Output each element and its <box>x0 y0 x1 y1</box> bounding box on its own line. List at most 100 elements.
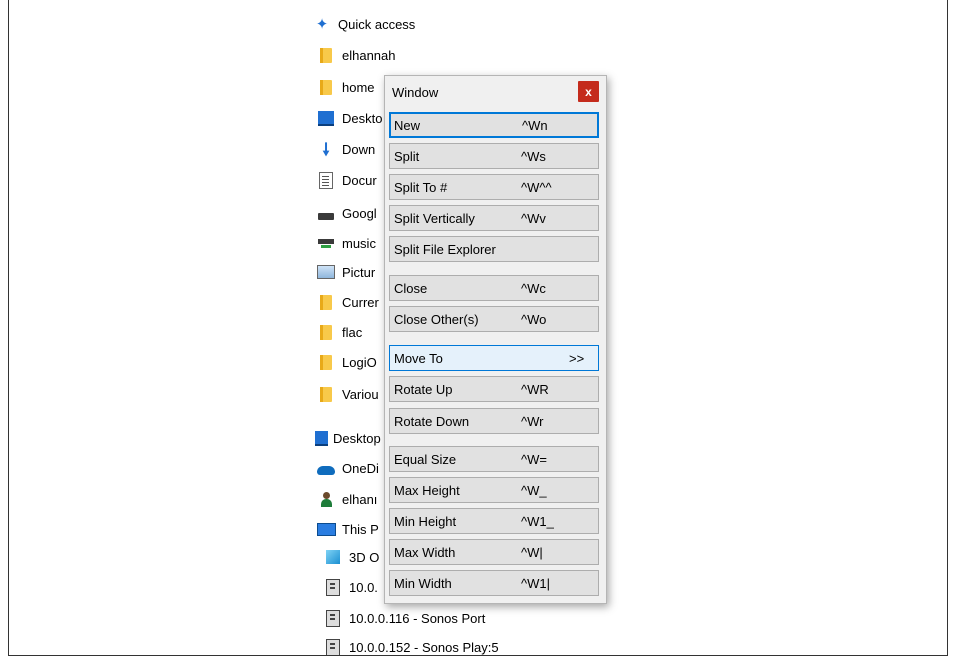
cloud-icon <box>316 459 336 477</box>
nav-item-current[interactable]: Currer <box>316 291 379 313</box>
pin-icon: ✦ <box>315 15 329 33</box>
nav-label: Googl <box>342 205 377 221</box>
button-label: Max Height <box>394 482 460 498</box>
button-label: Move To <box>394 350 443 366</box>
nav-label: OneDi <box>342 460 379 476</box>
button-shortcut: ^Ws <box>521 148 546 164</box>
nav-item-logio[interactable]: LogiO <box>316 351 377 373</box>
rotate-down-button[interactable]: Rotate Down ^Wr <box>389 408 599 434</box>
desktop-icon <box>316 109 336 127</box>
nav-onedrive[interactable]: OneDi <box>316 457 379 479</box>
new-button[interactable]: New ^Wn <box>389 112 599 138</box>
nav-item-home[interactable]: home <box>316 76 375 98</box>
folder-icon <box>316 385 336 403</box>
desktop-icon <box>311 429 331 447</box>
button-label: Rotate Down <box>394 413 470 429</box>
button-shortcut: ^Wr <box>521 413 544 429</box>
nav-item-google[interactable]: Googl <box>316 202 377 224</box>
network-device-icon <box>323 578 343 596</box>
nav-label: Down <box>342 141 376 157</box>
nav-item-flac[interactable]: flac <box>316 321 362 343</box>
nav-item-pictures[interactable]: Pictur <box>316 261 375 283</box>
downloads-icon: 🠗 <box>322 139 330 159</box>
close-icon: x <box>585 84 592 99</box>
max-width-button[interactable]: Max Width ^W| <box>389 539 599 565</box>
button-shortcut: ^W_ <box>521 482 547 498</box>
nav-quick-access[interactable]: ✦ Quick access <box>312 13 416 35</box>
nav-desktop[interactable]: Desktop <box>311 427 381 449</box>
nav-label: music <box>342 235 376 251</box>
nav-user[interactable]: elhanı <box>316 488 377 510</box>
drive-icon <box>316 204 336 222</box>
submenu-arrow: >> <box>569 350 585 366</box>
button-shortcut: ^W1_ <box>521 513 554 529</box>
nav-label: 10.0.0.152 - Sonos Play:5 <box>349 640 499 655</box>
pictures-icon <box>316 263 336 281</box>
nav-label: home <box>342 79 375 95</box>
nav-network-device[interactable]: 10.0. <box>323 576 378 598</box>
button-shortcut: ^WR <box>521 381 549 397</box>
button-label: New <box>394 117 421 133</box>
button-shortcut: ^Wv <box>521 210 546 226</box>
max-height-button[interactable]: Max Height ^W_ <box>389 477 599 503</box>
folder-icon <box>316 293 336 311</box>
close-button[interactable]: x <box>578 81 599 102</box>
button-shortcut: ^Wo <box>521 311 547 327</box>
nav-label: 10.0.0.116 - Sonos Port <box>349 610 486 626</box>
nav-label: Deskto <box>342 110 383 126</box>
rotate-up-button[interactable]: Rotate Up ^WR <box>389 376 599 402</box>
split-to-button[interactable]: Split To # ^W^^ <box>389 174 599 200</box>
button-shortcut: ^W| <box>521 544 543 560</box>
nav-item-various[interactable]: Variou <box>316 383 379 405</box>
nav-label: elhannah <box>342 47 396 63</box>
button-label: Close <box>394 280 428 296</box>
nav-label: Variou <box>342 386 379 402</box>
button-label: Rotate Up <box>394 381 453 397</box>
nav-item-documents[interactable]: Docur <box>316 169 377 191</box>
nav-item-elhannah[interactable]: elhannah <box>316 44 396 66</box>
nav-label: elhanı <box>342 491 378 507</box>
documents-icon <box>316 171 336 189</box>
nav-label: 3D O <box>349 549 380 565</box>
close-others-button[interactable]: Close Other(s) ^Wo <box>389 306 599 332</box>
user-icon <box>316 490 336 508</box>
nav-sonos-port[interactable]: 10.0.0.116 - Sonos Port <box>323 607 485 629</box>
split-vertically-button[interactable]: Split Vertically ^Wv <box>389 205 599 231</box>
min-width-button[interactable]: Min Width ^W1| <box>389 570 599 596</box>
button-label: Split Vertically <box>394 210 475 226</box>
button-label: Close Other(s) <box>394 311 479 327</box>
window-dialog: Window x New ^Wn Split ^Ws Split To # ^W… <box>384 75 607 604</box>
button-shortcut: ^W^^ <box>521 179 552 195</box>
button-label: Split To # <box>394 179 448 195</box>
network-drive-icon <box>316 234 336 252</box>
close-window-button[interactable]: Close ^Wc <box>389 275 599 301</box>
network-device-icon <box>323 609 343 627</box>
button-label: Max Width <box>394 544 456 560</box>
nav-label: LogiO <box>342 354 377 370</box>
nav-item-downloads[interactable]: 🠗 Down <box>316 138 375 160</box>
split-file-explorer-button[interactable]: Split File Explorer <box>389 236 599 262</box>
split-button[interactable]: Split ^Ws <box>389 143 599 169</box>
nav-label: Desktop <box>333 430 381 446</box>
folder-icon <box>316 46 336 64</box>
nav-this-pc[interactable]: This P <box>316 518 379 540</box>
nav-label: flac <box>342 324 363 340</box>
nav-label: Pictur <box>342 264 376 280</box>
move-to-button[interactable]: Move To >> <box>389 345 599 371</box>
computer-icon <box>316 520 336 538</box>
nav-3d-objects[interactable]: 3D O <box>323 546 379 568</box>
equal-size-button[interactable]: Equal Size ^W= <box>389 446 599 472</box>
button-label: Split File Explorer <box>394 241 496 257</box>
folder-icon <box>316 353 336 371</box>
button-label: Equal Size <box>394 451 457 467</box>
nav-sonos-play5[interactable]: 10.0.0.152 - Sonos Play:5 <box>323 638 499 655</box>
nav-item-desktop[interactable]: Deskto <box>316 107 382 129</box>
min-height-button[interactable]: Min Height ^W1_ <box>389 508 599 534</box>
button-shortcut: ^W1| <box>521 575 550 591</box>
button-label: Split <box>394 148 420 164</box>
button-label: Min Height <box>394 513 457 529</box>
folder-icon <box>316 323 336 341</box>
nav-item-music[interactable]: music <box>316 232 376 254</box>
nav-label: Currer <box>342 294 379 310</box>
nav-label: Quick access <box>338 16 416 32</box>
